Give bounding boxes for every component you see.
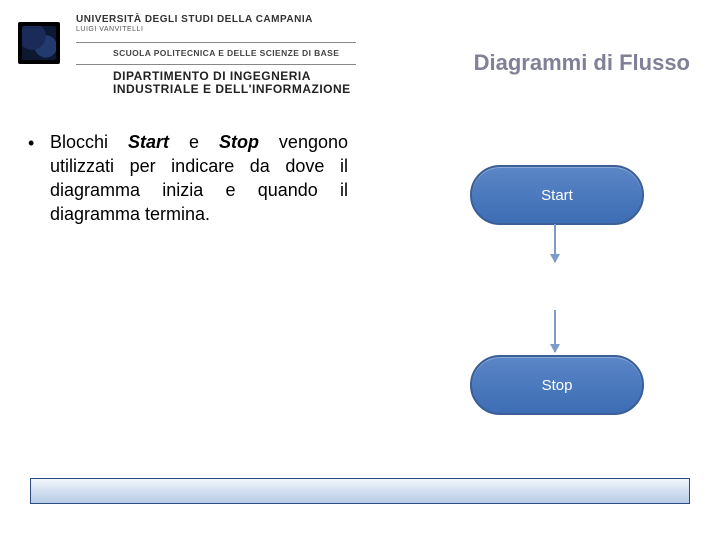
divider [76,64,356,65]
bullet-item: • Blocchi Start e Stop vengono utilizzat… [28,130,348,226]
department-line-1: DIPARTIMENTO DI INGEGNERIA [113,69,311,83]
stop-terminator: Stop [470,355,644,415]
slide-title: Diagrammi di Flusso [474,50,690,76]
flowchart-diagram: Start Stop [420,120,680,440]
university-subtitle: LUIGI VANVITELLI [76,26,313,33]
university-name-block: UNIVERSITÀ DEGLI STUDI DELLA CAMPANIA LU… [76,14,313,33]
school-name: SCUOLA POLITECNICA E DELLE SCIENZE DI BA… [113,48,339,58]
start-terminator: Start [470,165,644,225]
department-line-2: INDUSTRIALE E DELL'INFORMAZIONE [113,82,351,96]
bullet-marker: • [28,130,50,226]
university-name-text: UNIVERSITÀ DEGLI STUDI DELLA CAMPANIA [76,14,313,25]
text-fragment: Blocchi [50,132,128,152]
emphasis-start: Start [128,132,169,152]
emphasis-stop: Stop [219,132,259,152]
text-fragment: e [169,132,219,152]
footer-bar [30,478,690,504]
university-logo [18,22,60,64]
university-name: UNIVERSITÀ DEGLI STUDI DELLA CAMPANIA [76,14,313,26]
divider [76,42,356,43]
slide: UNIVERSITÀ DEGLI STUDI DELLA CAMPANIA LU… [0,0,720,540]
department-name: DIPARTIMENTO DI INGEGNERIA INDUSTRIALE E… [113,70,351,96]
bullet-text: Blocchi Start e Stop vengono utilizzati … [50,130,348,226]
stop-label: Stop [542,377,573,394]
arrow-down-icon [554,310,556,352]
start-label: Start [541,187,573,204]
arrow-down-icon [554,224,556,262]
body-text: • Blocchi Start e Stop vengono utilizzat… [28,130,348,226]
